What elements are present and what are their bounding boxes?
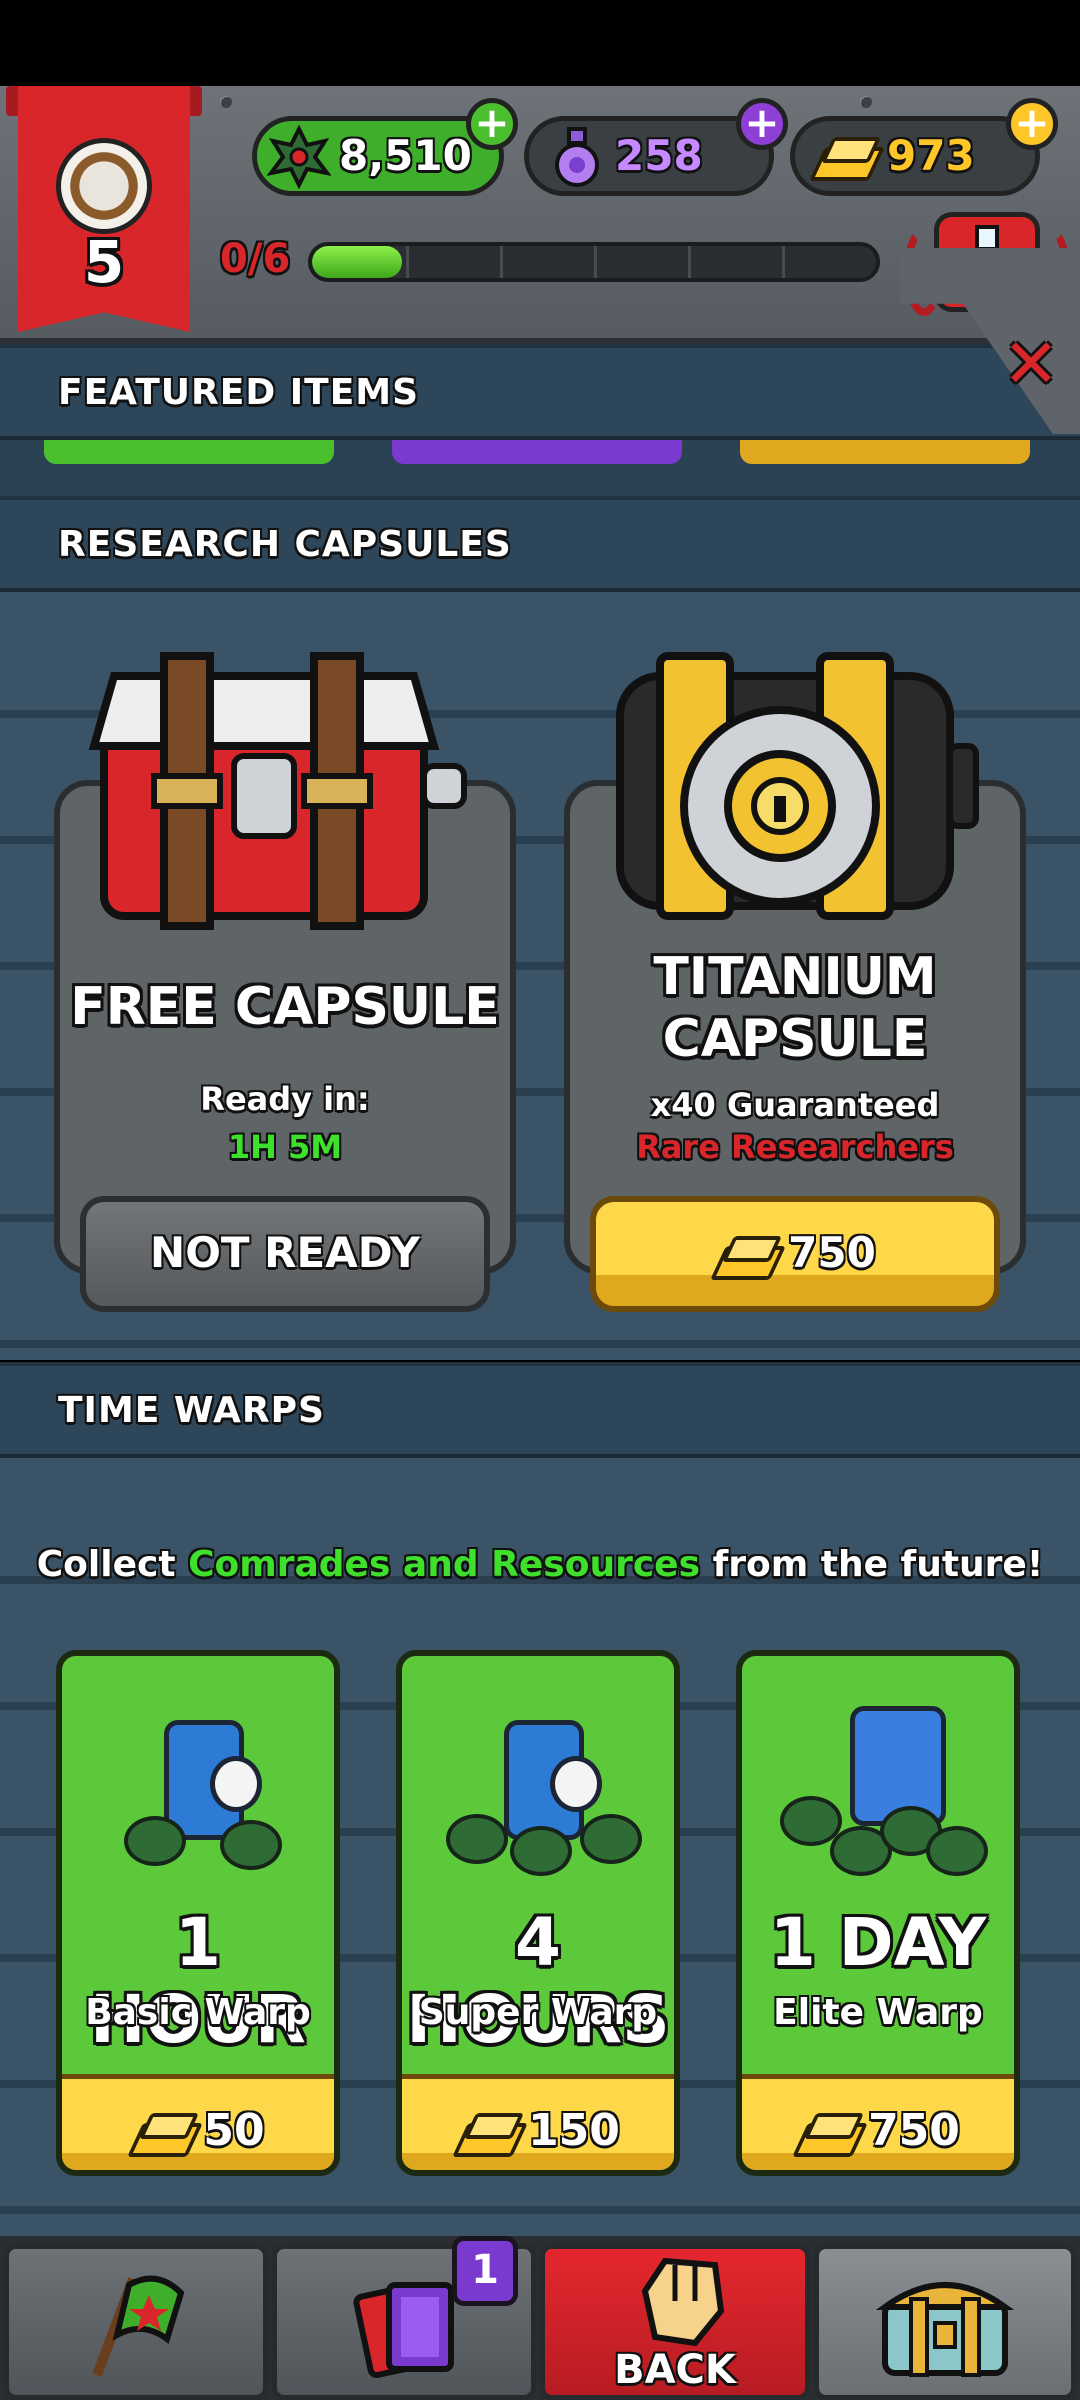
gold-value: 973 [887,131,975,180]
guaranteed-text: x40 Guaranteed [650,1086,940,1124]
potion-icon [555,127,599,187]
treasure-chest-icon [875,2282,1015,2377]
titanium-price-row: 750 [596,1228,994,1277]
gold-bar-icon [456,2113,520,2153]
warp-clock [210,1756,262,1812]
free-capsule-title: FREE CAPSULE [70,977,500,1037]
featured-card-green[interactable] [44,440,334,464]
super-warp-card[interactable]: 4 HOURS Super Warp 150 [396,1650,680,2176]
time-warps-header: TIME WARPS [0,1362,1080,1458]
gold-bar-icon [796,2113,860,2153]
featured-card-gold[interactable] [740,440,1030,464]
gold-bar-icon [714,1236,778,1276]
time-warp-icon [780,1686,988,1886]
buy-titanium-button[interactable]: 750 [590,1196,1000,1312]
nav-back-label: BACK [614,2347,736,2393]
warp-title: 1 HOUR [90,1904,306,2058]
vault-icon [616,652,979,920]
warp-price-row: 750 [742,2105,1014,2156]
nav-tab-missions[interactable] [4,2244,268,2400]
tagline-highlight: Comrades and Resources [188,1544,701,1585]
featured-items-strip[interactable] [0,440,1080,500]
cards-icon [353,2282,454,2379]
progress-segment-divider [782,246,785,278]
gold-bar-icon [131,2113,195,2153]
progress-segment-divider [594,246,597,278]
player-level: 5 [83,228,125,296]
titanium-price: 750 [788,1228,876,1277]
warp-price: 50 [203,2105,265,2156]
time-warp-icon [100,1686,308,1886]
warp-price-button[interactable]: 750 [742,2074,1014,2170]
warp-price-button[interactable]: 50 [62,2074,334,2170]
ready-label: Ready in: [200,1080,370,1118]
status-bar [0,0,1080,86]
tagline-pre: Collect [36,1544,189,1585]
tagline-post: from the future! [700,1544,1044,1585]
warp-subtitle: Super Warp [418,1992,658,2033]
research-capsules-header: RESEARCH CAPSULES [0,496,1080,592]
warp-price-row: 150 [402,2105,674,2156]
warp-price: 150 [528,2105,620,2156]
time-warp-icon [440,1686,648,1886]
free-capsule-timer: 1H 5M [227,1128,343,1166]
not-ready-label: NOT READY [150,1228,420,1277]
elite-warp-card[interactable]: 1 DAY Elite Warp 750 [736,1650,1020,2176]
warp-price-button[interactable]: 150 [402,2074,674,2170]
basic-warp-card[interactable]: 1 HOUR Basic Warp 50 [56,1650,340,2176]
warp-price-row: 50 [62,2105,334,2156]
research-progress-fill [312,246,403,278]
featured-items-title: FEATURED ITEMS [58,372,420,413]
nav-back-button[interactable]: BACK [540,2244,810,2400]
add-potion-plus-icon[interactable]: + [736,98,788,150]
research-progress-text: 0/6 [220,236,291,282]
comrade-blob [580,1814,642,1864]
comrade-blob [446,1814,508,1864]
progress-segment-divider [688,246,691,278]
rivet [220,96,232,108]
research-progress-bar [308,242,880,282]
potion-value: 258 [615,131,703,180]
cards-notification-badge: 1 [452,2236,518,2306]
not-ready-button[interactable]: NOT READY [80,1196,490,1312]
comrade-blob [926,1826,988,1876]
top-hud: 5 8,510 + 258 + 973 + 0/6 [0,86,1080,344]
close-icon[interactable]: ✕ [996,330,1066,400]
gold-counter: 973 [790,116,1040,196]
titanium-capsule-title-line2: CAPSULE [662,1009,928,1069]
warp-subtitle: Elite Warp [773,1992,983,2033]
time-warps-title: TIME WARPS [58,1390,325,1431]
warp-clock [550,1756,602,1812]
nav-tab-shop[interactable] [814,2244,1076,2400]
gold-bar-icon [813,137,877,177]
flag-icon [92,2275,185,2377]
rare-researchers-text: Rare Researchers [636,1128,954,1166]
dust-value: 8,510 [339,131,472,180]
warp-title: 4 HOURS [406,1904,670,2058]
time-warps-tagline: Collect Comrades and Resources from the … [0,1544,1080,1585]
comrade-blob [510,1826,572,1876]
add-dust-plus-icon[interactable]: + [466,98,518,150]
warp-price: 750 [868,2105,960,2156]
featured-card-purple[interactable] [392,440,682,464]
warp-subtitle: Basic Warp [85,1992,311,2033]
rivet [860,96,872,108]
red-chest-icon [88,652,467,930]
featured-items-header: FEATURED ITEMS [0,344,1080,440]
comrade-blob [220,1820,282,1870]
progress-segment-divider [406,246,409,278]
spiked-wheel-icon [56,138,152,234]
add-gold-plus-icon[interactable]: + [1006,98,1058,150]
dust-icon [267,125,331,189]
bottom-nav: BACK [0,2236,1080,2400]
fist-icon [641,2257,725,2347]
research-capsules-title: RESEARCH CAPSULES [58,524,512,565]
warp-title: 1 DAY [769,1904,987,1981]
comrade-blob [124,1816,186,1866]
progress-segment-divider [500,246,503,278]
titanium-capsule-title-line1: TITANIUM [653,947,937,1007]
